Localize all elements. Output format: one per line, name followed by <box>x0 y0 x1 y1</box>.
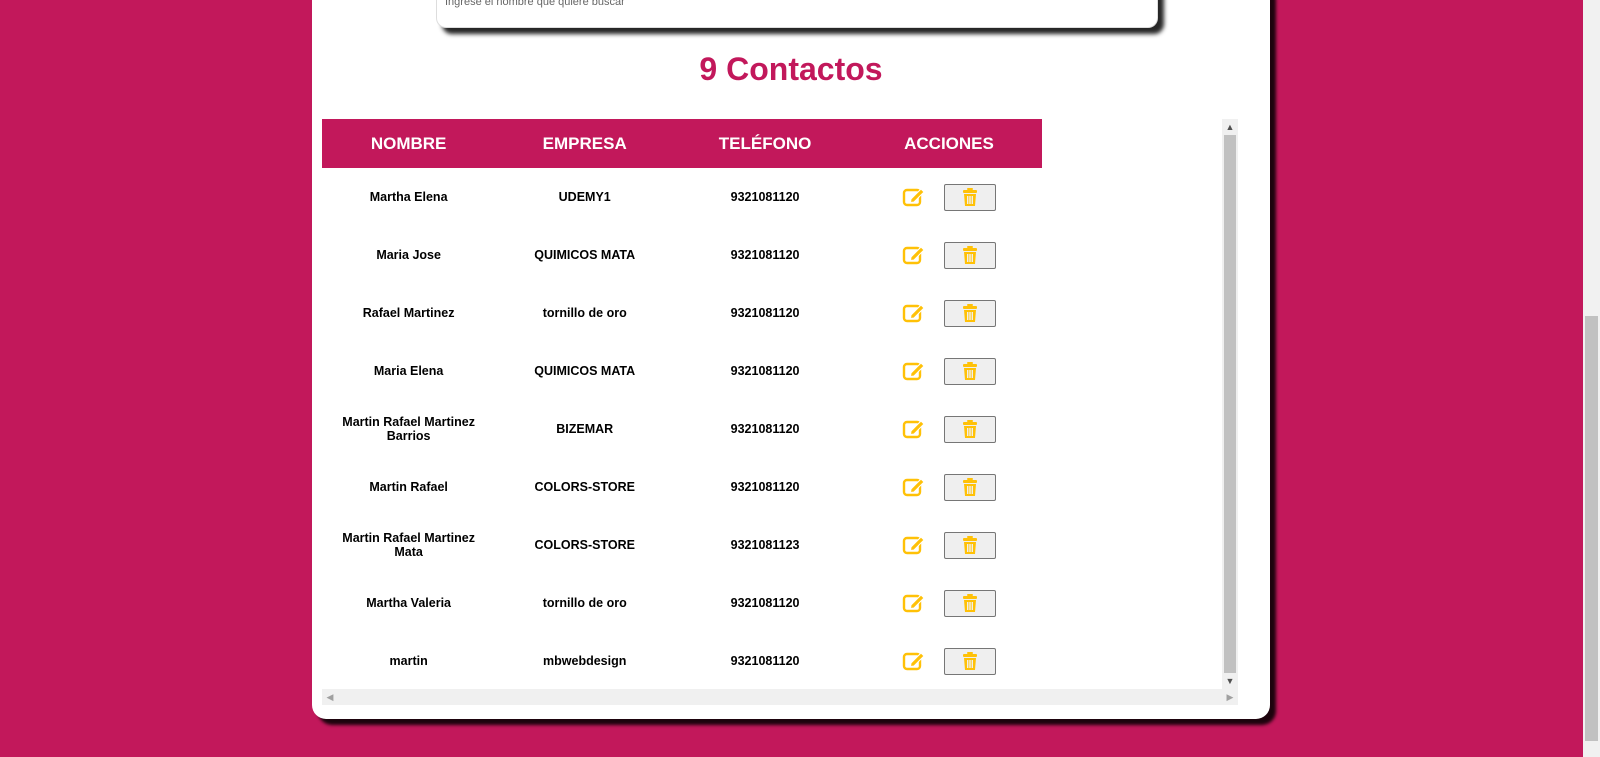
contact-company: COLORS-STORE <box>534 480 635 494</box>
contact-phone: 9321081120 <box>730 654 800 668</box>
delete-button[interactable] <box>943 473 996 501</box>
table-row: Martha Valeria tornillo de oro 9321081120 <box>322 574 1042 632</box>
contact-phone: 9321081123 <box>730 538 800 552</box>
trash-icon <box>962 594 977 612</box>
table-row: Martin Rafael Martinez Mata COLORS-STORE 9… <box>322 516 1042 574</box>
edit-icon[interactable] <box>902 476 926 498</box>
contact-phone: 9321081120 <box>730 248 800 262</box>
edit-icon[interactable] <box>902 592 926 614</box>
contact-company: QUIMICOS MATA <box>534 364 636 378</box>
delete-button[interactable] <box>943 589 996 617</box>
contact-name: Martin Rafael Martinez Mata <box>342 531 475 559</box>
table-row: Martin Rafael COLORS-STORE 9321081120 <box>322 458 1042 516</box>
header-phone: TELÉFONO <box>674 119 856 168</box>
contacts-container: Ingrese el nombre que quiere buscar 9 Co… <box>312 0 1270 719</box>
contacts-table: NOMBRE EMPRESA TELÉFONO ACCIONES Martha … <box>322 119 1042 689</box>
contacts-count-title: 9 Contactos <box>699 51 883 87</box>
contact-actions <box>856 168 1042 226</box>
contact-name: Rafael Martinez <box>362 306 455 320</box>
contact-phone: 9321081120 <box>730 596 800 610</box>
scroll-down-arrow-icon[interactable]: ▼ <box>1222 673 1238 689</box>
contact-company: tornillo de oro <box>542 596 627 610</box>
contact-actions <box>856 400 1042 458</box>
edit-icon[interactable] <box>902 534 926 556</box>
edit-icon[interactable] <box>902 650 926 672</box>
table-row: Maria Jose QUIMICOS MATA 9321081120 <box>322 226 1042 284</box>
contact-actions <box>856 342 1042 400</box>
contact-name: Martin Rafael <box>369 480 448 494</box>
contact-name: Martha Elena <box>369 190 448 204</box>
contact-company: BIZEMAR <box>556 422 614 436</box>
table-row: Maria Elena QUIMICOS MATA 9321081120 <box>322 342 1042 400</box>
trash-icon <box>962 478 977 496</box>
edit-icon[interactable] <box>902 418 926 440</box>
page-scrollbar[interactable] <box>1583 0 1600 757</box>
table-row: Martha Elena UDEMY1 9321081120 <box>322 168 1042 226</box>
trash-icon <box>962 536 977 554</box>
delete-button[interactable] <box>943 531 996 559</box>
contact-company: mbwebdesign <box>543 654 627 668</box>
edit-icon[interactable] <box>902 360 926 382</box>
table-row: martin mbwebdesign 9321081120 <box>322 632 1042 689</box>
table-scrollbar-thumb[interactable] <box>1224 135 1236 673</box>
contact-phone: 9321081120 <box>730 190 800 204</box>
contact-company: UDEMY1 <box>558 190 611 204</box>
contact-phone: 9321081120 <box>730 306 800 320</box>
table-horizontal-scrollbar[interactable]: ◀ ▶ <box>322 689 1238 705</box>
table-vertical-scrollbar[interactable]: ▲ ▼ <box>1222 119 1238 689</box>
contact-phone: 9321081120 <box>730 364 800 378</box>
trash-icon <box>962 304 977 322</box>
contact-phone: 9321081120 <box>730 422 800 436</box>
contact-company: QUIMICOS MATA <box>534 248 636 262</box>
contact-company: tornillo de oro <box>542 306 627 320</box>
trash-icon <box>962 420 977 438</box>
table-scroll-area: NOMBRE EMPRESA TELÉFONO ACCIONES Martha … <box>322 119 1238 705</box>
contact-actions <box>856 516 1042 574</box>
table-row: Martin Rafael Martinez Barrios BIZEMAR 932… <box>322 400 1042 458</box>
contact-phone: 9321081120 <box>730 480 800 494</box>
header-name: NOMBRE <box>322 119 496 168</box>
contact-actions <box>856 574 1042 632</box>
contact-actions <box>856 458 1042 516</box>
trash-icon <box>962 246 977 264</box>
delete-button[interactable] <box>943 183 996 211</box>
contact-actions <box>856 226 1042 284</box>
header-actions: ACCIONES <box>855 119 1042 168</box>
contact-name: Martin Rafael Martinez Barrios <box>342 415 475 443</box>
delete-button[interactable] <box>943 415 996 443</box>
trash-icon <box>962 188 977 206</box>
scroll-left-arrow-icon[interactable]: ◀ <box>322 689 338 705</box>
delete-button[interactable] <box>943 357 996 385</box>
scroll-up-arrow-icon[interactable]: ▲ <box>1222 119 1238 135</box>
contact-company: COLORS-STORE <box>534 538 635 552</box>
table-row: Rafael Martinez tornillo de oro 9321081120 <box>322 284 1042 342</box>
trash-icon <box>962 652 977 670</box>
page-scrollbar-thumb[interactable] <box>1585 316 1598 741</box>
search-hint: Ingrese el nombre que quiere buscar <box>445 0 625 8</box>
edit-icon[interactable] <box>902 244 926 266</box>
contact-name: Maria Elena <box>373 364 444 378</box>
delete-button[interactable] <box>943 299 996 327</box>
delete-button[interactable] <box>943 647 996 675</box>
contact-name: Martha Valeria <box>366 596 451 610</box>
table-header-row: NOMBRE EMPRESA TELÉFONO ACCIONES <box>322 119 1042 168</box>
contact-name: martin <box>389 654 428 668</box>
header-company: EMPRESA <box>495 119 675 168</box>
scroll-right-arrow-icon[interactable]: ▶ <box>1222 689 1238 705</box>
search-card: Ingrese el nombre que quiere buscar <box>436 0 1158 28</box>
contact-name: Maria Jose <box>376 248 441 262</box>
delete-button[interactable] <box>943 241 996 269</box>
edit-icon[interactable] <box>902 302 926 324</box>
trash-icon <box>962 362 977 380</box>
contact-actions <box>856 284 1042 342</box>
contact-actions <box>856 632 1042 689</box>
edit-icon[interactable] <box>902 186 926 208</box>
